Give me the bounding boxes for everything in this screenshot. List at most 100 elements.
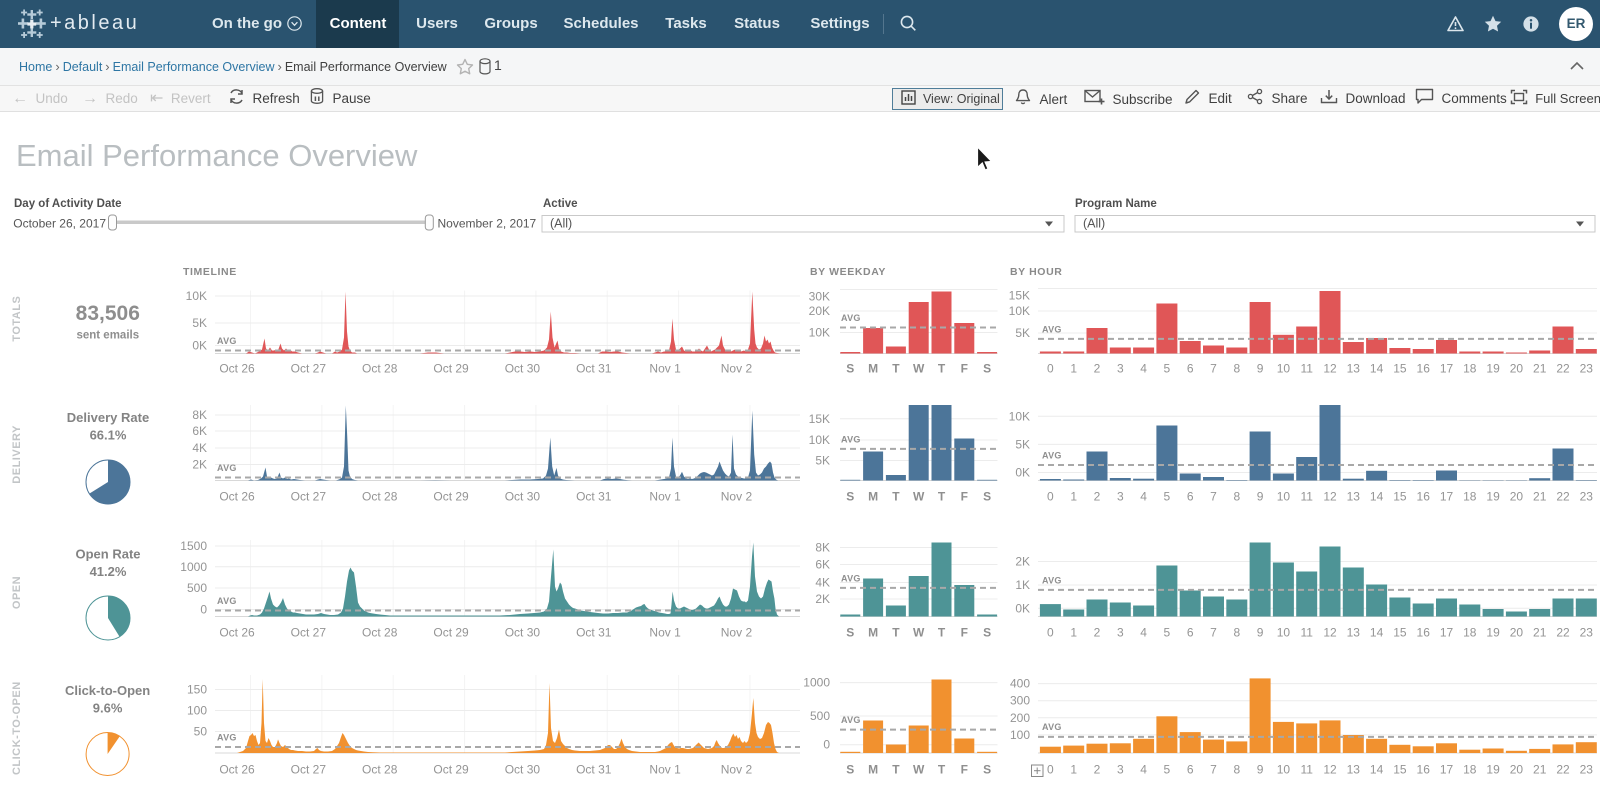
svg-text:AVG: AVG xyxy=(1042,722,1062,732)
svg-text:AVG: AVG xyxy=(841,313,861,323)
svg-text:Program Name: Program Name xyxy=(1075,198,1157,210)
svg-text:5: 5 xyxy=(1164,626,1171,640)
svg-text:5K: 5K xyxy=(1015,437,1030,451)
svg-text:0: 0 xyxy=(1047,626,1054,640)
svg-text:1K: 1K xyxy=(1015,578,1030,592)
svg-text:AVG: AVG xyxy=(841,574,861,584)
svg-text:Oct 30: Oct 30 xyxy=(505,626,541,640)
svg-text:3: 3 xyxy=(1117,362,1124,376)
svg-text:22: 22 xyxy=(1556,362,1570,376)
svg-text:20: 20 xyxy=(1510,763,1524,777)
svg-text:18: 18 xyxy=(1463,626,1477,640)
svg-text:23: 23 xyxy=(1580,362,1594,376)
svg-text:23: 23 xyxy=(1580,763,1594,777)
svg-text:Nov 2: Nov 2 xyxy=(721,763,753,777)
svg-text:AVG: AVG xyxy=(1042,325,1062,335)
svg-text:1: 1 xyxy=(1070,626,1077,640)
svg-text:DELIVERY: DELIVERY xyxy=(11,425,23,484)
svg-text:9: 9 xyxy=(1257,626,1264,640)
svg-text:October 26, 2017: October 26, 2017 xyxy=(13,217,106,231)
svg-text:14: 14 xyxy=(1370,763,1384,777)
svg-text:6: 6 xyxy=(1187,626,1194,640)
svg-text:AVG: AVG xyxy=(217,733,237,743)
svg-text:5: 5 xyxy=(1164,763,1171,777)
svg-text:16: 16 xyxy=(1417,362,1431,376)
svg-text:6: 6 xyxy=(1187,490,1194,504)
svg-text:T: T xyxy=(892,490,900,504)
svg-text:10: 10 xyxy=(1277,763,1291,777)
svg-text:1: 1 xyxy=(1070,490,1077,504)
svg-text:7: 7 xyxy=(1210,490,1217,504)
svg-text:6: 6 xyxy=(1187,763,1194,777)
svg-text:Nov 1: Nov 1 xyxy=(649,626,681,640)
svg-text:20: 20 xyxy=(1510,362,1524,376)
svg-text:10K: 10K xyxy=(1009,304,1030,318)
svg-text:4K: 4K xyxy=(192,441,207,455)
svg-text:Oct 31: Oct 31 xyxy=(576,490,612,504)
svg-text:sent emails: sent emails xyxy=(76,330,139,342)
svg-text:5K: 5K xyxy=(192,316,207,330)
svg-text:T: T xyxy=(892,626,900,640)
svg-text:17: 17 xyxy=(1440,362,1454,376)
svg-text:300: 300 xyxy=(1010,694,1030,708)
svg-text:Oct 29: Oct 29 xyxy=(433,362,469,376)
svg-text:0: 0 xyxy=(200,603,207,617)
svg-text:18: 18 xyxy=(1463,490,1477,504)
svg-text:10K: 10K xyxy=(186,289,207,303)
svg-text:6: 6 xyxy=(1187,362,1194,376)
svg-text:2: 2 xyxy=(1094,763,1101,777)
svg-text:7: 7 xyxy=(1210,626,1217,640)
svg-text:F: F xyxy=(961,763,968,777)
svg-text:Oct 31: Oct 31 xyxy=(576,626,612,640)
svg-text:Nov 1: Nov 1 xyxy=(649,763,681,777)
svg-text:Oct 26: Oct 26 xyxy=(219,362,255,376)
svg-text:T: T xyxy=(892,763,900,777)
svg-text:19: 19 xyxy=(1486,626,1500,640)
svg-text:2K: 2K xyxy=(192,458,207,472)
svg-text:20: 20 xyxy=(1510,490,1524,504)
svg-text:8K: 8K xyxy=(815,541,830,555)
svg-text:1: 1 xyxy=(1070,763,1077,777)
svg-text:12: 12 xyxy=(1323,490,1337,504)
svg-text:Oct 30: Oct 30 xyxy=(505,763,541,777)
svg-text:AVG: AVG xyxy=(217,336,237,346)
svg-text:S: S xyxy=(983,763,991,777)
svg-text:CLICK-TO-OPEN: CLICK-TO-OPEN xyxy=(11,681,23,775)
svg-text:17: 17 xyxy=(1440,490,1454,504)
svg-text:6K: 6K xyxy=(192,424,207,438)
svg-text:12: 12 xyxy=(1323,763,1337,777)
svg-text:21: 21 xyxy=(1533,626,1547,640)
svg-text:15: 15 xyxy=(1393,626,1407,640)
svg-text:Oct 29: Oct 29 xyxy=(433,626,469,640)
svg-text:12: 12 xyxy=(1323,626,1337,640)
svg-text:9: 9 xyxy=(1257,490,1264,504)
svg-text:AVG: AVG xyxy=(1042,576,1062,586)
svg-text:15: 15 xyxy=(1393,763,1407,777)
svg-text:16: 16 xyxy=(1417,626,1431,640)
svg-text:Day of Activity Date: Day of Activity Date xyxy=(14,198,122,210)
svg-text:Oct 31: Oct 31 xyxy=(576,763,612,777)
svg-text:14: 14 xyxy=(1370,490,1384,504)
svg-text:AVG: AVG xyxy=(217,596,237,606)
svg-text:21: 21 xyxy=(1533,362,1547,376)
svg-text:Nov 1: Nov 1 xyxy=(649,362,681,376)
svg-text:M: M xyxy=(868,490,878,504)
svg-text:21: 21 xyxy=(1533,763,1547,777)
svg-text:8: 8 xyxy=(1233,362,1240,376)
svg-text:30K: 30K xyxy=(809,290,830,304)
svg-text:1000: 1000 xyxy=(803,676,830,690)
svg-text:1500: 1500 xyxy=(180,539,207,553)
svg-text:7: 7 xyxy=(1210,362,1217,376)
svg-text:500: 500 xyxy=(187,581,207,595)
svg-text:AVG: AVG xyxy=(1042,451,1062,461)
svg-text:2: 2 xyxy=(1094,490,1101,504)
svg-text:Nov 2: Nov 2 xyxy=(721,626,753,640)
svg-text:8: 8 xyxy=(1233,626,1240,640)
svg-text:2K: 2K xyxy=(815,592,830,606)
svg-text:Oct 28: Oct 28 xyxy=(362,626,398,640)
svg-text:12: 12 xyxy=(1323,362,1337,376)
svg-text:19: 19 xyxy=(1486,490,1500,504)
svg-text:Nov 2: Nov 2 xyxy=(721,490,753,504)
svg-text:Oct 29: Oct 29 xyxy=(433,490,469,504)
svg-text:S: S xyxy=(846,626,854,640)
